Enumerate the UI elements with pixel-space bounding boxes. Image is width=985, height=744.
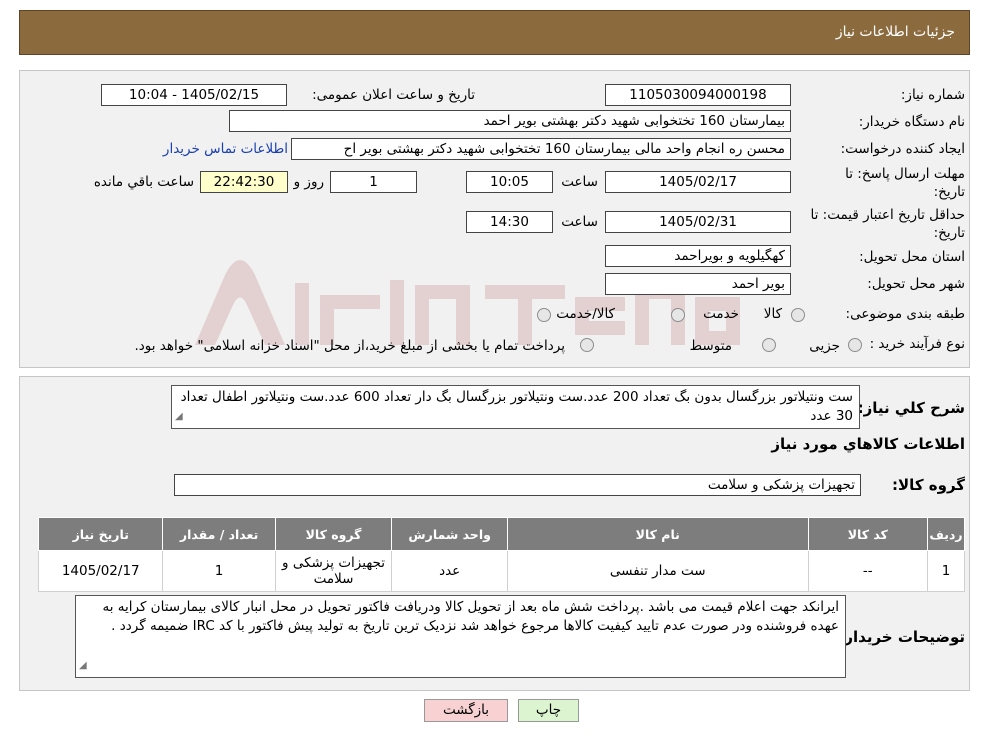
cell-quantity: 1 bbox=[162, 550, 276, 592]
summary-text: ست ونتیلاتور بزرگسال بدون بگ تعداد 200 ع… bbox=[180, 389, 853, 424]
category-option-service: خدمت bbox=[703, 306, 739, 322]
print-button[interactable]: چاپ bbox=[518, 699, 579, 722]
col-group: گروه کالا bbox=[274, 517, 393, 551]
item-group-field: تجهیزات پزشکی و سلامت bbox=[174, 474, 861, 496]
purchase-type-option-medium: متوسط bbox=[689, 338, 732, 354]
deadline-date-field: 1405/02/17 bbox=[605, 171, 791, 193]
category-radio-service[interactable] bbox=[671, 308, 685, 322]
summary-textarea: ست ونتیلاتور بزرگسال بدون بگ تعداد 200 ع… bbox=[171, 385, 860, 429]
resize-grip-icon[interactable]: ◢ bbox=[175, 407, 183, 426]
need-number-label: شماره نیاز: bbox=[900, 87, 965, 103]
announce-date-field: 1405/02/15 - 10:04 bbox=[101, 84, 287, 106]
province-label: استان محل تحویل: bbox=[859, 249, 965, 265]
col-need-date: تاریخ نیاز bbox=[37, 517, 164, 551]
remaining-time-field: 22:42:30 bbox=[200, 171, 288, 193]
city-label: شهر محل تحویل: bbox=[867, 276, 965, 292]
validity-time-field: 14:30 bbox=[466, 211, 553, 233]
col-code: کد کالا bbox=[807, 517, 929, 551]
deadline-label-2: تاریخ: bbox=[933, 184, 965, 200]
category-option-goods: کالا bbox=[763, 306, 782, 322]
buyer-org-label: نام دستگاه خریدار: bbox=[858, 114, 965, 130]
table-row: 1 -- ست مدار تنفسی عدد تجهیزات پزشکی و س… bbox=[37, 550, 965, 592]
page-header: جزئیات اطلاعات نیاز bbox=[19, 10, 970, 55]
purchase-note: پرداخت تمام یا بخشی از مبلغ خرید،از محل … bbox=[134, 338, 565, 354]
validity-time-label: ساعت bbox=[561, 214, 598, 230]
back-button[interactable]: بازگشت bbox=[424, 699, 508, 722]
cell-unit: عدد bbox=[391, 550, 508, 592]
cell-name: ست مدار تنفسی bbox=[507, 550, 809, 592]
need-number-field: 1105030094000198 bbox=[605, 84, 791, 106]
purchase-type-option-minor: جزیی bbox=[809, 338, 840, 354]
cell-row: 1 bbox=[927, 550, 965, 592]
treasury-checkbox[interactable] bbox=[580, 338, 594, 352]
summary-label: شرح كلي نياز: bbox=[857, 399, 965, 417]
resize-grip-icon[interactable]: ◢ bbox=[79, 656, 87, 675]
days-label: روز و bbox=[293, 174, 324, 190]
cell-code: -- bbox=[807, 550, 929, 592]
validity-label-2: تاریخ: bbox=[933, 225, 965, 241]
col-name: نام کالا bbox=[507, 517, 809, 551]
page-title: جزئیات اطلاعات نیاز bbox=[835, 24, 955, 40]
buyer-org-field: بیمارستان 160 تختخوابی شهید دکتر بهشتی ب… bbox=[229, 110, 791, 132]
col-quantity: تعداد / مقدار bbox=[162, 517, 276, 551]
purchase-type-radio-medium[interactable] bbox=[762, 338, 776, 352]
buyer-notes-text: ایرانکد جهت اعلام قیمت می باشد .پرداخت ش… bbox=[102, 599, 839, 634]
requester-label: ایجاد کننده درخواست: bbox=[840, 141, 965, 157]
items-table: ردیف کد کالا نام کالا واحد شمارش گروه کا… bbox=[37, 517, 965, 592]
buyer-notes-textarea: ایرانکد جهت اعلام قیمت می باشد .پرداخت ش… bbox=[75, 595, 846, 678]
cell-group: تجهیزات پزشکی و سلامت bbox=[274, 550, 393, 592]
col-row: ردیف bbox=[927, 517, 965, 551]
validity-label: حداقل تاريخ اعتبار قیمت: تا bbox=[810, 207, 965, 223]
deadline-label: مهلت ارسال پاسخ: تا bbox=[845, 166, 965, 182]
remaining-time-label: ساعت باقي مانده bbox=[93, 174, 194, 190]
buyer-notes-label: توضیحات خریدار: bbox=[838, 628, 965, 646]
col-unit: واحد شمارش bbox=[391, 517, 508, 551]
items-table-header: ردیف کد کالا نام کالا واحد شمارش گروه کا… bbox=[37, 517, 965, 551]
category-radio-goods[interactable] bbox=[791, 308, 805, 322]
announce-date-label: تاریخ و ساعت اعلان عمومی: bbox=[312, 87, 475, 103]
days-field: 1 bbox=[330, 171, 417, 193]
category-radio-goods-service[interactable] bbox=[537, 308, 551, 322]
deadline-time-label: ساعت bbox=[561, 174, 598, 190]
deadline-time-field: 10:05 bbox=[466, 171, 553, 193]
purchase-type-radio-minor[interactable] bbox=[848, 338, 862, 352]
province-field: کهگیلویه و بویراحمد bbox=[605, 245, 791, 267]
items-section-title: اطلاعات كالاهاي مورد نياز bbox=[771, 435, 965, 453]
city-field: بویر احمد bbox=[605, 273, 791, 295]
validity-date-field: 1405/02/31 bbox=[605, 211, 791, 233]
item-group-label: گروه کالا: bbox=[892, 476, 965, 494]
purchase-type-label: نوع فرآیند خرید : bbox=[869, 336, 965, 352]
cell-need-date: 1405/02/17 bbox=[37, 550, 164, 592]
buyer-contact-link[interactable]: اطلاعات تماس خریدار bbox=[163, 141, 288, 157]
category-label: طبقه بندی موضوعی: bbox=[845, 306, 965, 322]
category-option-goods-service: کالا/خدمت bbox=[556, 306, 615, 322]
requester-field: محسن ره انجام واحد مالی بیمارستان 160 تخ… bbox=[291, 138, 791, 160]
